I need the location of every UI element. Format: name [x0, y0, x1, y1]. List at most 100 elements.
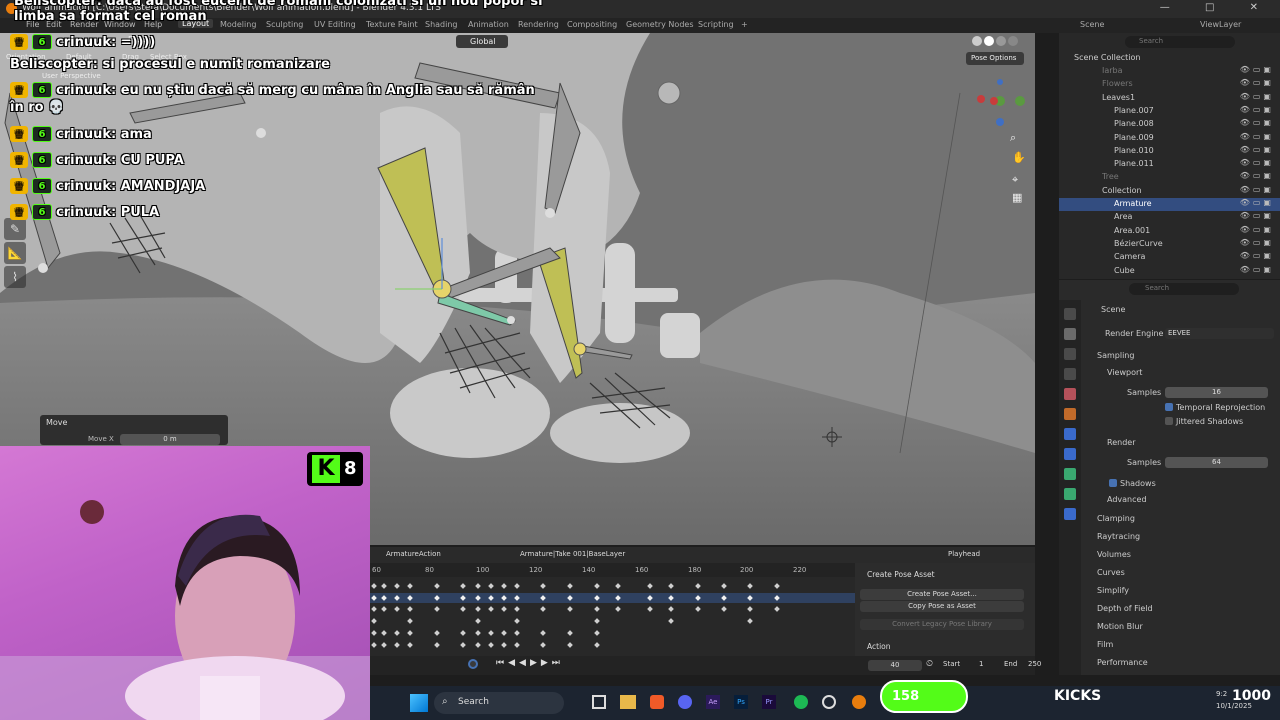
visibility-toggle-icon[interactable]: 👁▭▣ — [1240, 225, 1274, 234]
playhead-dropdown[interactable]: Playhead — [948, 550, 980, 558]
outliner-row[interactable]: BézierCurve 👁▭▣ — [1059, 238, 1280, 251]
view-layer-tab-icon[interactable] — [1064, 368, 1076, 380]
shadows-checkbox[interactable]: Shadows — [1109, 479, 1156, 488]
outliner-row[interactable]: Plane.007 👁▭▣ — [1059, 105, 1280, 118]
taskbar-search-box[interactable]: ⌕ Search — [434, 692, 564, 714]
camera-view-icon[interactable]: ⌖ — [1012, 173, 1018, 187]
visibility-toggle-icon[interactable]: 👁▭▣ — [1240, 198, 1274, 207]
output-tab-icon[interactable] — [1064, 348, 1076, 360]
outliner-row[interactable]: Area 👁▭▣ — [1059, 211, 1280, 224]
record-icon[interactable] — [468, 659, 478, 669]
render-tab-icon[interactable] — [1064, 328, 1076, 340]
maximize-button[interactable]: □ — [1205, 2, 1230, 13]
action-name[interactable]: ArmatureAction — [386, 550, 441, 558]
brave-icon[interactable] — [650, 695, 664, 709]
outliner[interactable]: Search Scene Collection Iarba 👁▭▣ Flowers 👁… — [1059, 33, 1280, 279]
move-operator-panel[interactable]: Move Move X 0 m — [40, 415, 228, 445]
scene-selector[interactable]: Scene — [1080, 20, 1104, 29]
visibility-toggle-icon[interactable]: 👁▭▣ — [1240, 251, 1274, 260]
obs-icon[interactable] — [822, 695, 836, 709]
outliner-row[interactable]: Plane.011 👁▭▣ — [1059, 158, 1280, 171]
physics-tab-icon[interactable] — [1064, 448, 1076, 460]
keyframes[interactable] — [370, 577, 855, 656]
convert-legacy-pose-button[interactable]: Convert Legacy Pose Library — [860, 619, 1024, 630]
layer-name[interactable]: Armature|Take 001|BaseLayer — [520, 550, 625, 558]
properties-panel-header[interactable]: Performance — [1097, 658, 1148, 667]
tab-rendering[interactable]: Rendering — [518, 20, 559, 29]
tab-sculpting[interactable]: Sculpting — [266, 20, 303, 29]
properties-panel-header[interactable]: Curves — [1097, 568, 1125, 577]
viewport-samples-field[interactable]: 16 — [1165, 387, 1268, 398]
minimize-button[interactable]: — — [1160, 2, 1186, 13]
blender-taskbar-icon[interactable] — [852, 695, 866, 709]
grid-view-icon[interactable]: ▦ — [1012, 191, 1022, 204]
visibility-toggle-icon[interactable]: 👁▭▣ — [1240, 238, 1274, 247]
outliner-row[interactable]: Plane.008 👁▭▣ — [1059, 118, 1280, 131]
outliner-row[interactable]: Leaves1 👁▭▣ — [1059, 92, 1280, 105]
outliner-row[interactable]: Camera 👁▭▣ — [1059, 251, 1280, 264]
visibility-toggle-icon[interactable]: 👁▭▣ — [1240, 78, 1274, 87]
tab-geometry-nodes[interactable]: Geometry Nodes — [626, 20, 693, 29]
properties-panel-header[interactable]: Clamping — [1097, 514, 1135, 523]
pan-hand-icon[interactable]: ✋ — [1012, 151, 1026, 164]
tab-scripting[interactable]: Scripting — [698, 20, 734, 29]
pose-options-dropdown[interactable]: Pose Options — [966, 52, 1024, 65]
wireframe-shading-icon[interactable] — [972, 36, 982, 46]
visibility-toggle-icon[interactable]: 👁▭▣ — [1240, 65, 1274, 74]
annotate-tool-icon[interactable]: ✎ — [4, 218, 26, 240]
outliner-row[interactable]: Armature 👁▭▣ — [1059, 198, 1280, 211]
tab-texture-paint[interactable]: Texture Paint — [366, 20, 418, 29]
data-tab-icon[interactable] — [1064, 468, 1076, 480]
spotify-icon[interactable] — [794, 695, 808, 709]
render-samples-field[interactable]: 64 — [1165, 457, 1268, 468]
outliner-row[interactable]: Tree 👁▭▣ — [1059, 171, 1280, 184]
move-x-field[interactable]: 0 m — [120, 434, 220, 445]
render-engine-dropdown[interactable]: EEVEE — [1165, 328, 1274, 339]
current-frame-field[interactable]: 40 — [868, 660, 922, 671]
tab-uv-editing[interactable]: UV Editing — [314, 20, 356, 29]
outliner-row[interactable]: Iarba 👁▭▣ — [1059, 65, 1280, 78]
outliner-row[interactable]: Plane.009 👁▭▣ — [1059, 132, 1280, 145]
solid-shading-icon[interactable] — [984, 36, 994, 46]
material-shading-icon[interactable] — [996, 36, 1006, 46]
view-layer-selector[interactable]: ViewLayer — [1200, 20, 1241, 29]
visibility-toggle-icon[interactable]: 👁▭▣ — [1240, 185, 1274, 194]
scene-tab-icon[interactable] — [1064, 388, 1076, 400]
modifier-tab-icon[interactable] — [1064, 428, 1076, 440]
end-frame-field[interactable]: 250 — [1028, 660, 1041, 668]
properties-panel-header[interactable]: Volumes — [1097, 550, 1131, 559]
outliner-row[interactable]: Plane.010 👁▭▣ — [1059, 145, 1280, 158]
properties-panel-header[interactable]: Simplify — [1097, 586, 1129, 595]
copy-pose-asset-button[interactable]: Copy Pose as Asset — [860, 601, 1024, 612]
after-effects-icon[interactable]: Ae — [706, 695, 720, 709]
properties-panel-header[interactable]: Depth of Field — [1097, 604, 1153, 613]
temporal-reprojection-checkbox[interactable]: Temporal Reprojection — [1165, 403, 1265, 412]
viewport-shading-toolbar[interactable] — [842, 35, 1027, 48]
windows-start-icon[interactable] — [410, 694, 428, 712]
frame-ruler[interactable]: 60 80 100 120 140 160 180 200 220 — [370, 563, 855, 577]
properties-search-input[interactable]: Search — [1129, 283, 1239, 295]
close-button[interactable]: ✕ — [1250, 2, 1274, 13]
jittered-shadows-checkbox[interactable]: Jittered Shadows — [1165, 417, 1243, 426]
visibility-toggle-icon[interactable]: 👁▭▣ — [1240, 118, 1274, 127]
visibility-toggle-icon[interactable]: 👁▭▣ — [1240, 145, 1274, 154]
visibility-toggle-icon[interactable]: 👁▭▣ — [1240, 105, 1274, 114]
tab-shading[interactable]: Shading — [425, 20, 458, 29]
visibility-toggle-icon[interactable]: 👁▭▣ — [1240, 211, 1274, 220]
render-subpanel-header[interactable]: Render — [1107, 438, 1135, 447]
properties-panel-header[interactable]: Motion Blur — [1097, 622, 1143, 631]
dope-sheet[interactable]: 60 80 100 120 140 160 180 200 220 — [370, 563, 855, 656]
action-panel-header[interactable]: Action — [867, 642, 891, 651]
playback-controls[interactable]: ⏮◀◀▶▶⏭ — [496, 658, 564, 668]
task-view-icon[interactable] — [592, 695, 606, 709]
viewport-subpanel-header[interactable]: Viewport — [1107, 368, 1142, 377]
properties-panel-header[interactable]: Raytracing — [1097, 532, 1140, 541]
window-controls[interactable]: — □ ✕ — [1160, 2, 1274, 13]
object-tab-icon[interactable] — [1064, 408, 1076, 420]
create-pose-asset-button[interactable]: Create Pose Asset... — [860, 589, 1024, 600]
visibility-toggle-icon[interactable]: 👁▭▣ — [1240, 132, 1274, 141]
zoom-icon[interactable]: ⌕ — [1010, 131, 1016, 145]
visibility-toggle-icon[interactable]: 👁▭▣ — [1240, 92, 1274, 101]
transform-orientation-dropdown[interactable]: Global — [456, 35, 508, 48]
constraint-tab-icon[interactable] — [1064, 508, 1076, 520]
